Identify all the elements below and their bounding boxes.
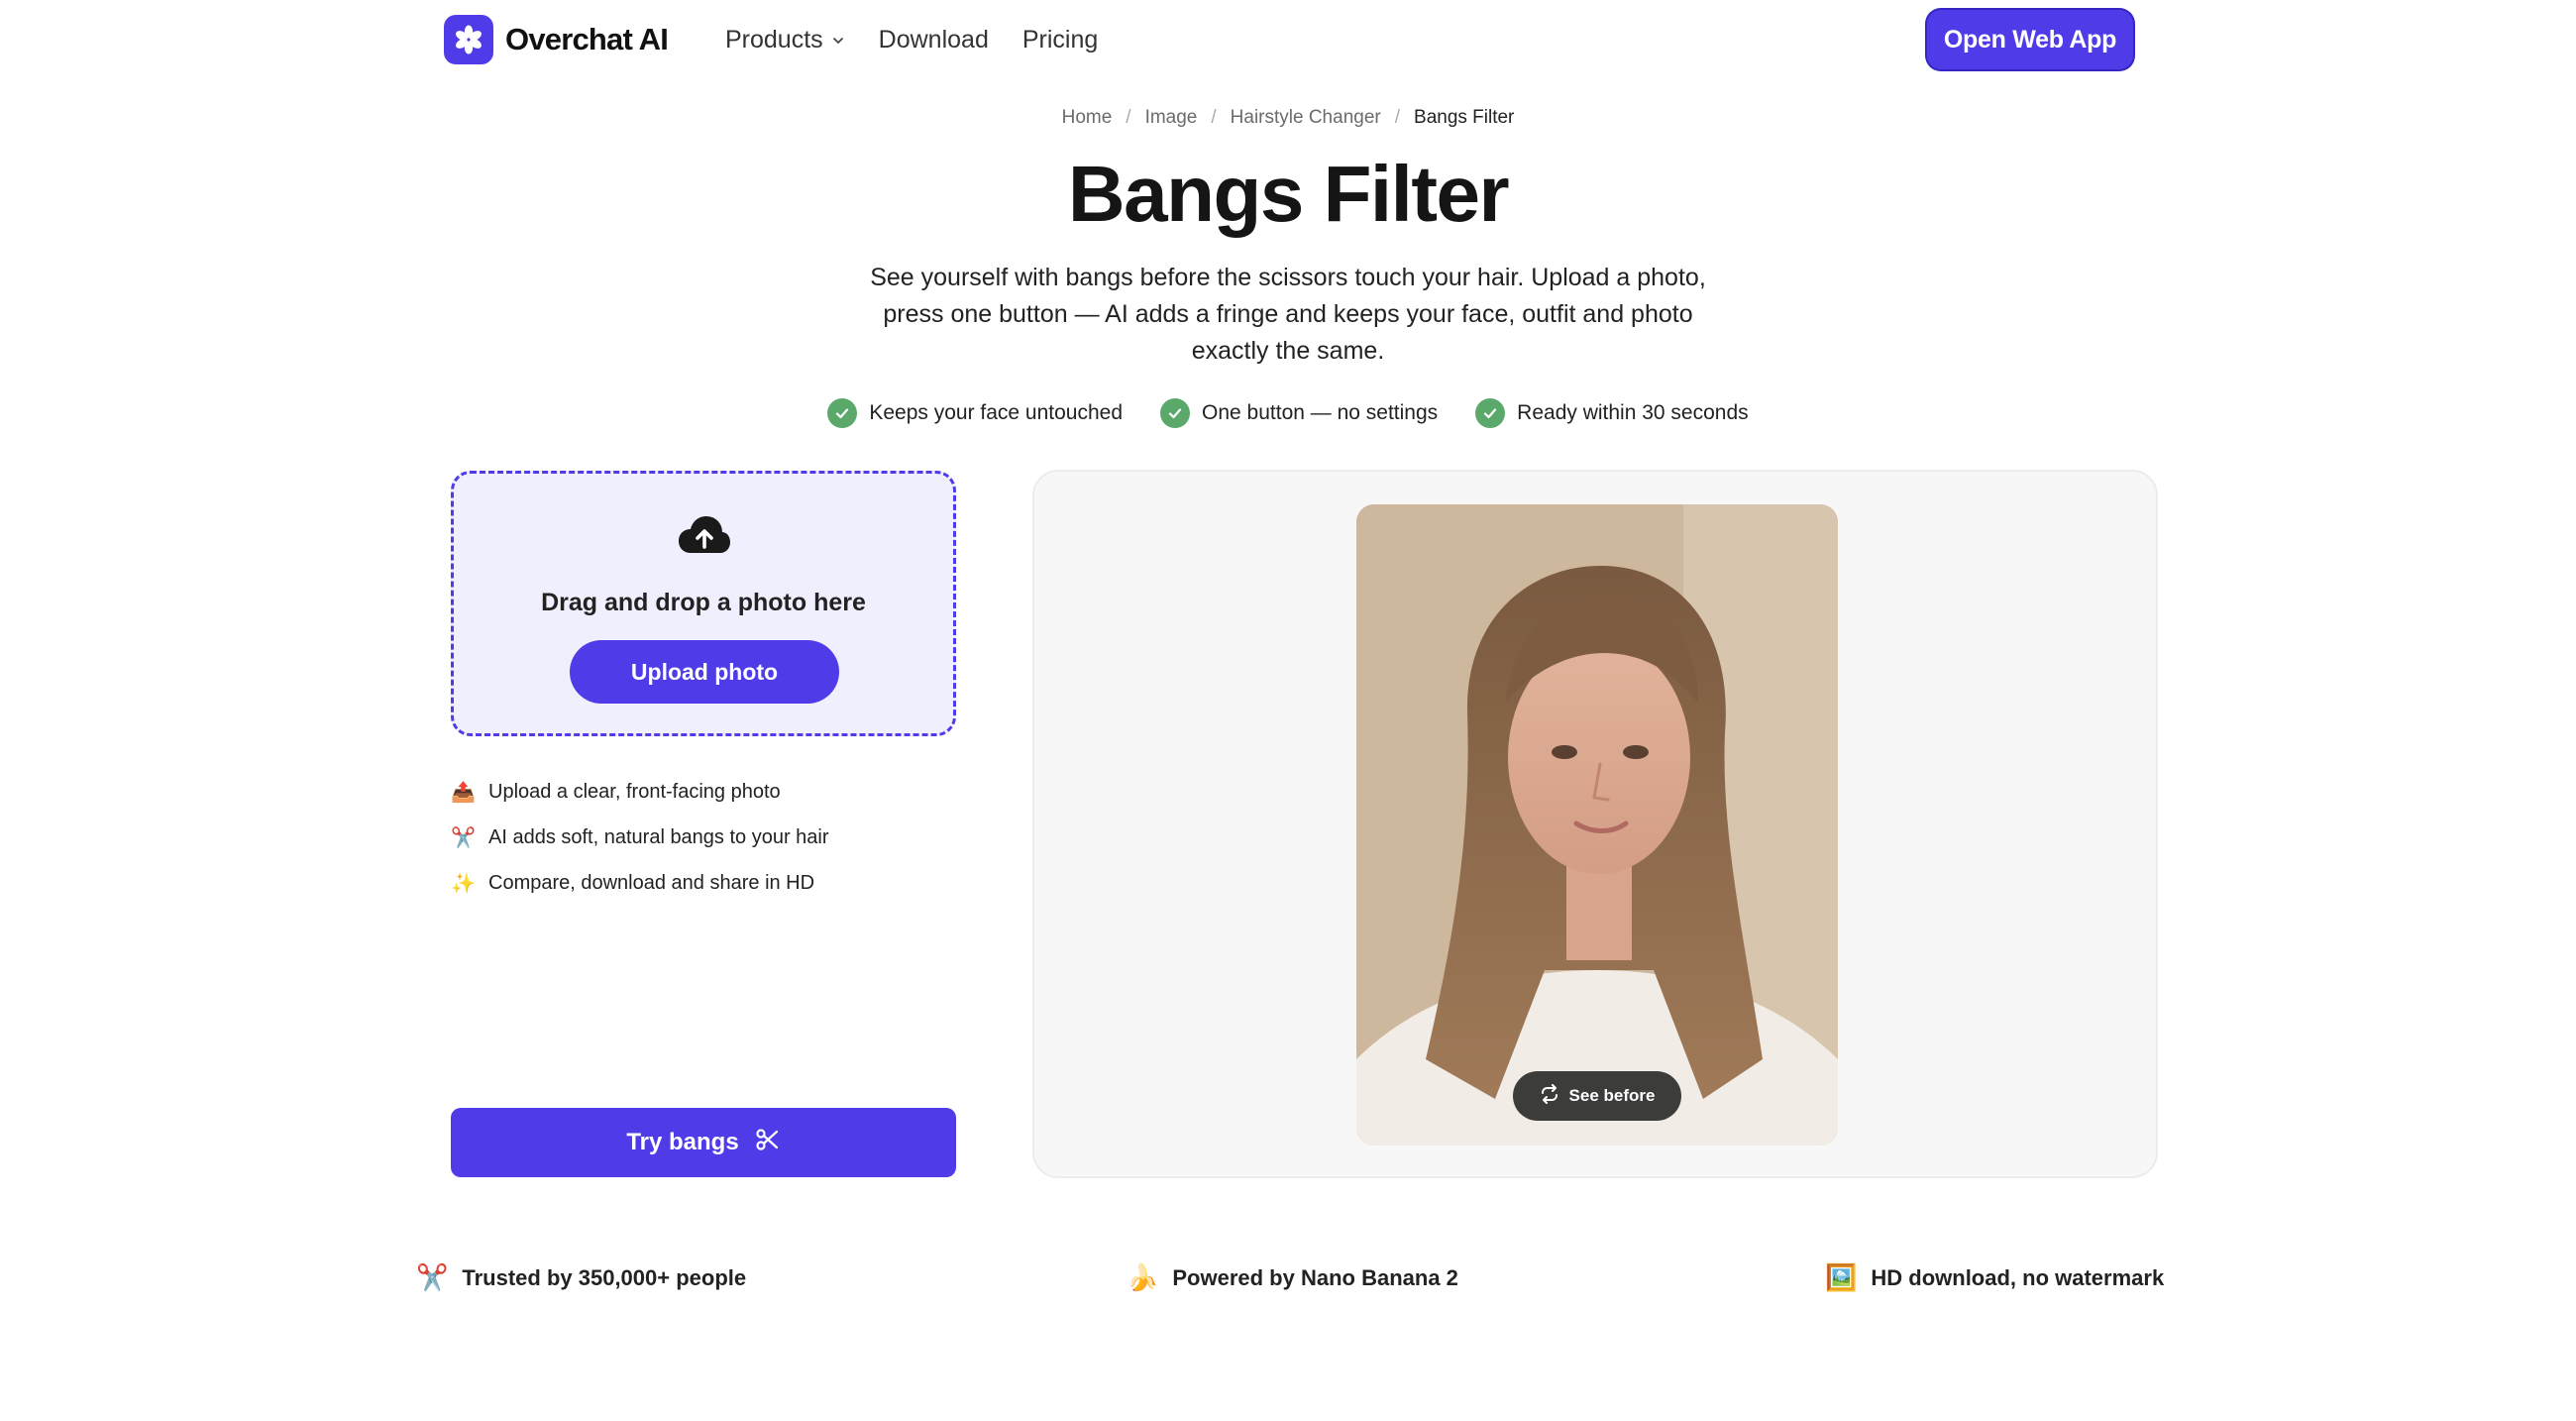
- feature-check-item: One button — no settings: [1160, 398, 1438, 428]
- check-circle-icon: [1160, 398, 1191, 428]
- brand-logo[interactable]: Overchat AI: [444, 15, 669, 64]
- feature-check-label: Keeps your face untouched: [869, 401, 1124, 424]
- check-circle-icon: [827, 398, 858, 428]
- breadcrumb-separator: /: [1126, 107, 1131, 128]
- tip-text: AI adds soft, natural bangs to your hair: [488, 825, 829, 848]
- try-bangs-button[interactable]: Try bangs: [451, 1108, 956, 1177]
- stat-text: Trusted by 350,000+ people: [462, 1264, 747, 1290]
- site-header: Overchat AI Products Download Pricing Op…: [0, 0, 2576, 79]
- stat-trusted: ✂️ Trusted by 350,000+ people: [416, 1262, 746, 1293]
- feature-check-label: Ready within 30 seconds: [1517, 401, 1749, 424]
- scissors-icon: ✂️: [451, 826, 476, 849]
- dropzone-label: Drag and drop a photo here: [541, 589, 866, 616]
- upload-photo-button[interactable]: Upload photo: [570, 640, 839, 704]
- nav-products-label: Products: [725, 25, 823, 54]
- check-circle-icon: [1475, 398, 1506, 428]
- breadcrumb-separator: /: [1394, 107, 1401, 128]
- nav-products[interactable]: Products: [725, 26, 845, 55]
- breadcrumb-home[interactable]: Home: [1062, 107, 1113, 129]
- breadcrumb-current: Bangs Filter: [1414, 107, 1515, 128]
- page-subtitle: See yourself with bangs before the sciss…: [870, 264, 1706, 365]
- upload-tips: 📤 Upload a clear, front-facing photo ✂️ …: [451, 769, 966, 906]
- nav-download[interactable]: Download: [879, 26, 989, 55]
- tip-text: Compare, download and share in HD: [488, 871, 815, 894]
- nav-pricing[interactable]: Pricing: [1022, 26, 1098, 55]
- portrait-illustration: [1356, 504, 1838, 1146]
- photo-dropzone[interactable]: Drag and drop a photo here Upload photo: [451, 471, 956, 736]
- tip-item: ✨ Compare, download and share in HD: [451, 860, 966, 906]
- sparkles-icon: ✨: [451, 872, 476, 895]
- scissors-icon: [755, 1127, 781, 1159]
- stat-powered-by: 🍌 Powered by Nano Banana 2: [1127, 1262, 1458, 1293]
- breadcrumb-image[interactable]: Image: [1145, 107, 1198, 129]
- breadcrumb-hairstyle-changer[interactable]: Hairstyle Changer: [1231, 107, 1381, 129]
- brand-name: Overchat AI: [505, 22, 669, 56]
- swap-arrows-icon: [1540, 1083, 1559, 1109]
- main-nav: Products Download Pricing: [725, 20, 1098, 59]
- see-before-toggle[interactable]: See before: [1513, 1071, 1681, 1121]
- stat-text: Powered by Nano Banana 2: [1172, 1264, 1458, 1290]
- see-before-label: See before: [1568, 1086, 1656, 1105]
- scissors-icon: ✂️: [416, 1262, 449, 1292]
- nav-pricing-label: Pricing: [1021, 25, 1099, 54]
- try-bangs-label: Try bangs: [626, 1129, 739, 1155]
- feature-check-label: One button — no settings: [1202, 401, 1439, 424]
- outbox-tray-icon: 📤: [451, 781, 476, 804]
- feature-check-item: Keeps your face untouched: [827, 398, 1123, 428]
- framed-picture-icon: 🖼️: [1825, 1262, 1858, 1292]
- breadcrumb: Home / Image / Hairstyle Changer / Bangs…: [0, 107, 2576, 129]
- breadcrumb-separator: /: [1211, 107, 1217, 128]
- stat-hd-download: 🖼️ HD download, no watermark: [1825, 1262, 2164, 1293]
- feature-checks: Keeps your face untouched One button — n…: [0, 398, 2576, 428]
- open-web-app-button[interactable]: Open Web App: [1927, 10, 2133, 69]
- tip-item: 📤 Upload a clear, front-facing photo: [451, 769, 966, 815]
- feature-check-item: Ready within 30 seconds: [1475, 398, 1749, 428]
- result-preview-panel: See before: [1032, 470, 2158, 1178]
- cloud-upload-icon: [677, 513, 732, 557]
- nav-download-label: Download: [878, 25, 989, 54]
- chevron-down-icon: [831, 26, 845, 55]
- result-photo: See before: [1356, 504, 1838, 1146]
- asterisk-logo-icon: [444, 15, 493, 64]
- tip-item: ✂️ AI adds soft, natural bangs to your h…: [451, 815, 966, 860]
- tip-text: Upload a clear, front-facing photo: [488, 780, 781, 803]
- page-title: Bangs Filter: [1067, 150, 1510, 238]
- banana-icon: 🍌: [1127, 1262, 1159, 1292]
- stat-text: HD download, no watermark: [1871, 1264, 2165, 1290]
